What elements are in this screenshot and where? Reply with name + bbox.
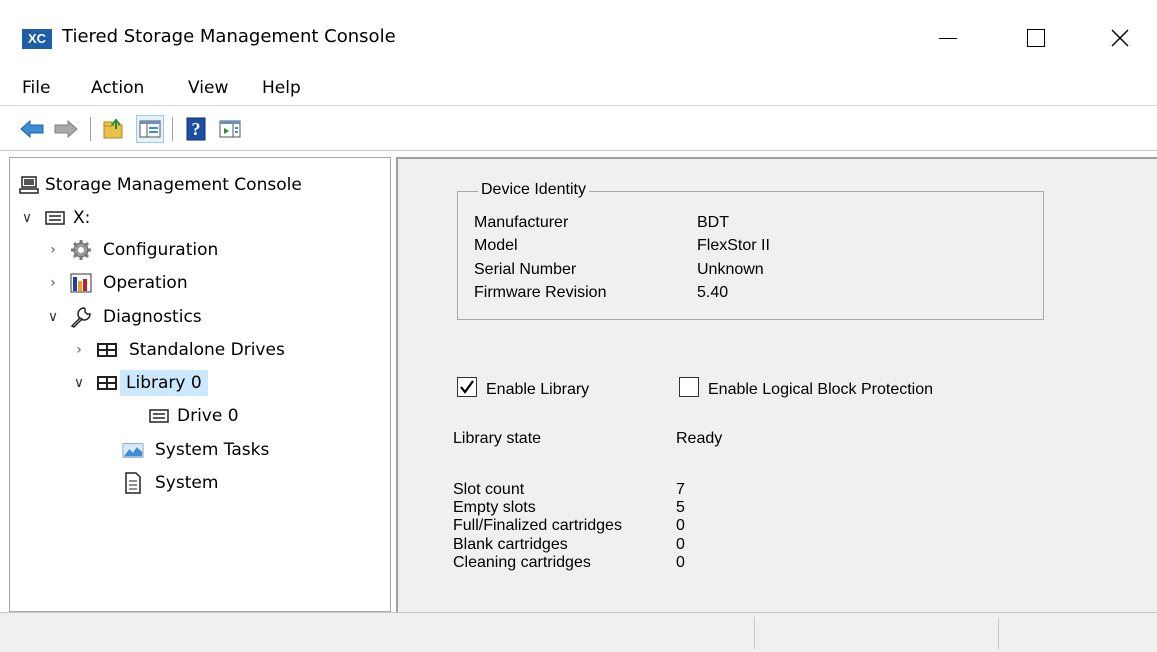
svg-text:?: ? (192, 119, 201, 139)
close-icon (1111, 29, 1129, 47)
tree-item-root[interactable]: Storage Management Console (18, 170, 305, 200)
show-hide-tree-icon (139, 120, 161, 138)
enable-library-checkbox[interactable] (457, 377, 477, 397)
minimize-icon (939, 37, 957, 39)
enable-library-label[interactable]: Enable Library (486, 381, 589, 399)
forward-button[interactable] (52, 115, 80, 143)
maximize-icon (1027, 29, 1045, 47)
slot-count-value: 7 (676, 481, 685, 498)
console-tree: Storage Management Console ∨ X: › Config… (9, 157, 391, 612)
status-bar (0, 612, 1157, 652)
tree-item-library-0[interactable]: ∨ Library 0 (70, 368, 208, 398)
forward-arrow-icon (54, 119, 78, 139)
tree-item-system-tasks[interactable]: System Tasks (122, 435, 272, 465)
menu-view[interactable]: View (188, 78, 228, 98)
help-icon: ? (186, 117, 206, 141)
chevron-right-icon[interactable]: › (44, 242, 62, 258)
library-icon (96, 372, 118, 394)
tree-label: Operation (103, 273, 188, 293)
window-title: Tiered Storage Management Console (62, 26, 396, 47)
full-finalized-value: 0 (676, 517, 685, 534)
enable-lbp-label[interactable]: Enable Logical Block Protection (708, 381, 933, 399)
model-label: Model (474, 237, 518, 254)
wrench-icon (70, 306, 92, 328)
tree-item-system[interactable]: System (122, 468, 221, 498)
tree-label-selected: Library 0 (120, 370, 208, 396)
up-folder-icon (103, 118, 123, 139)
minimize-button[interactable] (918, 16, 978, 60)
action-pane-button[interactable] (216, 115, 244, 143)
menu-file[interactable]: File (22, 78, 50, 98)
chevron-down-icon[interactable]: ∨ (44, 309, 62, 325)
empty-slots-value: 5 (676, 499, 685, 516)
device-identity-title: Device Identity (478, 181, 589, 199)
system-tasks-icon (122, 439, 144, 461)
toolbar-separator (172, 117, 173, 141)
checkmark-icon (460, 380, 474, 394)
tree-label: X: (73, 208, 91, 228)
tree-label: System Tasks (155, 440, 270, 460)
chart-icon (70, 272, 92, 294)
computer-icon (18, 174, 40, 196)
tree-label: Drive 0 (177, 406, 239, 426)
library-icon (96, 339, 118, 361)
menu-bar: File Action View Help (0, 72, 1157, 106)
status-separator (998, 617, 999, 649)
help-button[interactable]: ? (182, 115, 210, 143)
manufacturer-value: BDT (697, 214, 729, 231)
tree-item-drive-0[interactable]: Drive 0 (148, 401, 242, 431)
chevron-right-icon[interactable]: › (44, 275, 62, 291)
chevron-right-icon[interactable]: › (70, 342, 88, 358)
library-state-label: Library state (453, 430, 542, 447)
app-icon: XC (22, 29, 52, 49)
tree-item-operation[interactable]: › Operation (44, 268, 191, 298)
tree-label: Configuration (103, 240, 219, 260)
menu-help[interactable]: Help (262, 78, 301, 98)
back-arrow-icon (20, 119, 44, 139)
drive-icon (44, 207, 66, 229)
full-finalized-label: Full/Finalized cartridges (453, 517, 622, 534)
drive-icon (148, 405, 170, 427)
firmware-revision-value: 5.40 (697, 284, 729, 301)
menu-action[interactable]: Action (91, 78, 144, 98)
back-button[interactable] (18, 115, 46, 143)
tree-label: System (155, 473, 219, 493)
firmware-revision-label: Firmware Revision (474, 284, 607, 301)
blank-cartridges-label: Blank cartridges (453, 536, 568, 553)
status-separator (754, 617, 755, 649)
cleaning-cartridges-value: 0 (676, 554, 685, 571)
tree-label: Standalone Drives (129, 340, 285, 360)
slot-count-label: Slot count (453, 481, 525, 498)
manufacturer-label: Manufacturer (474, 214, 569, 231)
tree-label: Diagnostics (103, 307, 202, 327)
cleaning-cartridges-label: Cleaning cartridges (453, 554, 591, 571)
chevron-down-icon[interactable]: ∨ (70, 375, 88, 391)
tree-label: Storage Management Console (45, 175, 302, 195)
empty-slots-label: Empty slots (453, 499, 536, 516)
tree-item-diagnostics[interactable]: ∨ Diagnostics (44, 302, 205, 332)
close-button[interactable] (1090, 16, 1150, 60)
action-pane-icon (219, 120, 241, 138)
gear-icon (70, 239, 92, 261)
library-state-value: Ready (676, 430, 723, 447)
tree-item-configuration[interactable]: › Configuration (44, 235, 221, 265)
tree-item-drive-x[interactable]: ∨ X: (18, 203, 93, 233)
maximize-button[interactable] (1006, 16, 1066, 60)
show-hide-tree-button[interactable] (136, 115, 164, 143)
title-bar: XC Tiered Storage Management Console (0, 0, 1157, 72)
up-folder-button[interactable] (100, 115, 128, 143)
serial-number-label: Serial Number (474, 261, 577, 278)
blank-cartridges-value: 0 (676, 536, 685, 553)
model-value: FlexStor II (697, 237, 770, 254)
document-icon (122, 472, 144, 494)
toolbar-separator (90, 117, 91, 141)
toolbar: ? (0, 107, 1157, 151)
serial-number-value: Unknown (697, 261, 764, 278)
chevron-down-icon[interactable]: ∨ (18, 210, 36, 226)
enable-lbp-checkbox[interactable] (679, 377, 699, 397)
tree-item-standalone-drives[interactable]: › Standalone Drives (70, 335, 288, 365)
